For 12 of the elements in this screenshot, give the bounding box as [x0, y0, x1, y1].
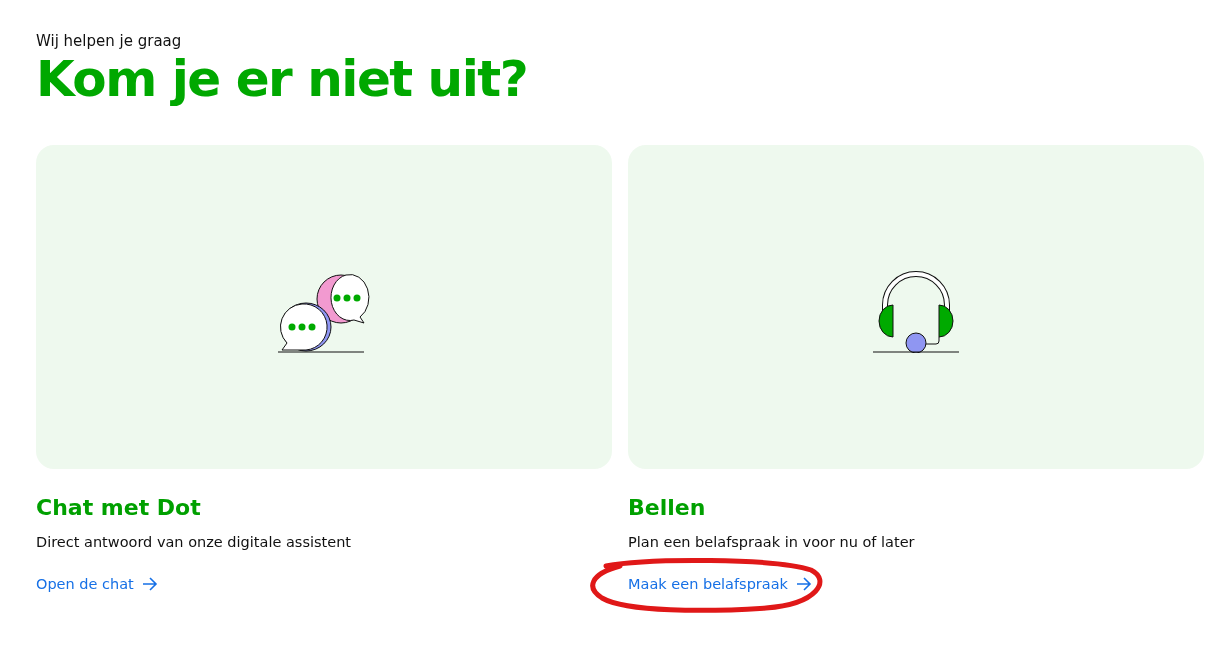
card-description: Direct antwoord van onze digitale assistent — [36, 534, 353, 550]
card-link[interactable]: Open de chat — [36, 576, 158, 592]
eyebrow-text: Wij helpen je graag — [36, 32, 183, 50]
card-title: Chat met Dot — [36, 495, 202, 520]
chat-bubbles-icon — [276, 271, 372, 353]
arrow-right-icon — [141, 577, 158, 591]
card-description: Plan een belafspraak in voor nu of later — [628, 534, 916, 550]
page-heading: Kom je er niet uit? — [36, 52, 529, 107]
card-title: Bellen — [628, 495, 707, 520]
arrow-right-icon — [795, 577, 812, 591]
headset-icon — [871, 271, 961, 353]
card-link[interactable]: Maak een belafspraak — [628, 576, 812, 592]
